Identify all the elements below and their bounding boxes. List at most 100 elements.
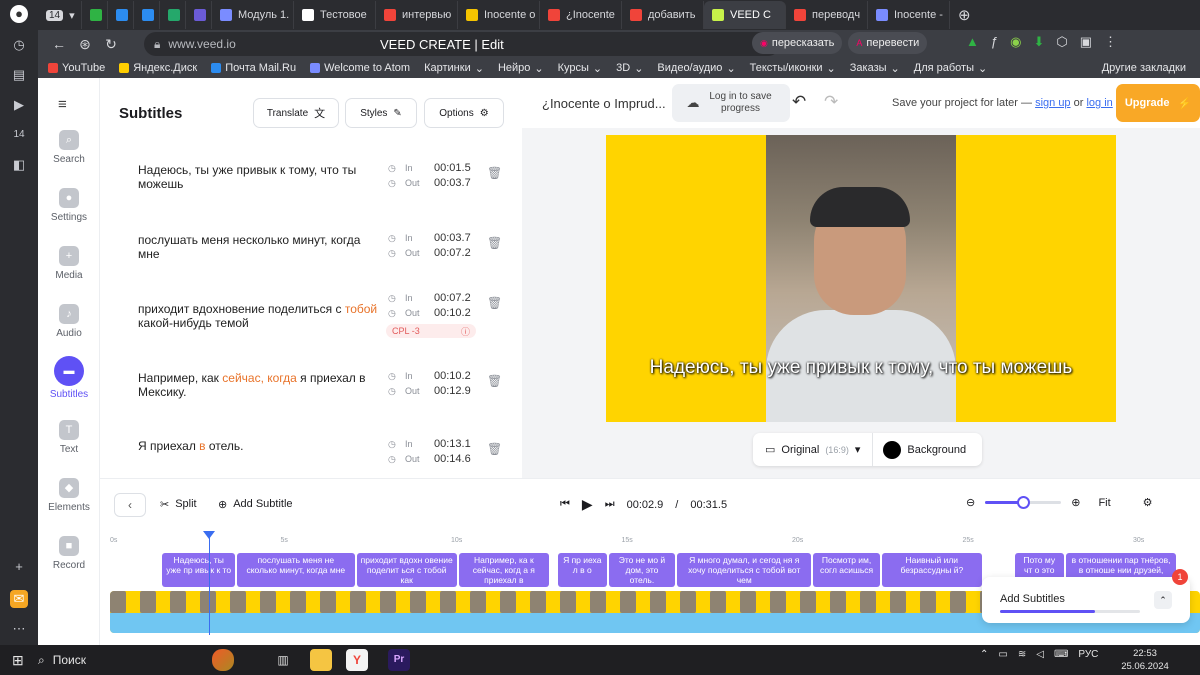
bookmark-item[interactable]: Картинки ⌄ (424, 62, 484, 75)
address-bar[interactable]: 🔒︎ www.veed.io VEED CREATE | Edit ▮ (144, 32, 780, 56)
translate-page-button[interactable]: Aперевести (848, 32, 928, 54)
trash-icon[interactable]: 🗑︎ (487, 442, 502, 456)
in-time[interactable]: 00:10.2 (434, 370, 471, 382)
subtitle-clip[interactable]: Посмотр им, согл асишься (813, 553, 880, 587)
rail-item-media[interactable]: + Media (38, 246, 100, 281)
reload-icon[interactable]: ↻ (98, 36, 124, 53)
in-time[interactable]: 00:07.2 (434, 292, 471, 304)
fit-button[interactable]: Fit (1098, 497, 1110, 509)
protect-icon[interactable]: ⊛ (72, 36, 98, 53)
translate-button[interactable]: Translate 文 (253, 98, 339, 128)
windows-start-icon[interactable]: ⊞ (12, 652, 24, 669)
settings-icon[interactable]: ⚙ (1143, 496, 1153, 509)
download-icon[interactable]: ⬇ (1033, 34, 1044, 50)
chevron-up-icon[interactable]: ⌃ (1154, 591, 1172, 609)
chevron-up-icon[interactable]: ⌃ (980, 649, 988, 660)
tab-group-counter[interactable]: 14 ▾ (38, 1, 82, 29)
rail-item-text[interactable]: T Text (38, 420, 100, 455)
upgrade-button[interactable]: Upgrade ⚡ (1116, 84, 1200, 122)
browser-tab[interactable]: VEED C (704, 1, 786, 29)
fast-forward-icon[interactable]: ⏭ (605, 498, 615, 511)
yandex-browser-icon[interactable]: Y (346, 649, 368, 671)
undo-icon[interactable]: ↶ (792, 92, 806, 112)
mail-icon[interactable]: ✉ (10, 590, 28, 608)
browser-tab[interactable] (160, 1, 186, 29)
subtitle-text[interactable]: Надеюсь, ты уже привык к тому, что ты мо… (138, 163, 378, 191)
bookmark-item[interactable]: Заказы ⌄ (850, 62, 900, 75)
subtitle-clip[interactable]: Надеюсь, ты уже пр ивык к то (162, 553, 236, 587)
browser-tab[interactable]: добавить (622, 1, 704, 29)
browser-tab[interactable]: Inocente o (458, 1, 540, 29)
extension-icon[interactable]: ƒ (991, 34, 998, 50)
bookmark-item[interactable]: Почта Mail.Ru (211, 62, 296, 74)
subtitle-clip[interactable]: Я много думал, и сегод ня я хочу поделит… (677, 553, 812, 587)
rewind-icon[interactable]: ⏮ (560, 498, 570, 511)
subtitle-clip[interactable]: Наивный или безрассудны й? (881, 553, 982, 587)
file-explorer-icon[interactable] (310, 649, 332, 671)
rail-item-record[interactable]: ■ Record (38, 536, 100, 571)
subtitle-clip[interactable]: послушать меня не сколько минут, когда м… (237, 553, 355, 587)
rail-item-subtitles[interactable]: ▬ Subtitles (38, 356, 100, 400)
other-bookmarks[interactable]: Другие закладки (1102, 62, 1186, 74)
out-time[interactable]: 00:10.2 (434, 307, 471, 319)
subtitle-row[interactable]: Например, как сейчас, когда я приехал в … (100, 370, 522, 441)
subtitle-text[interactable]: послушать меня несколько минут, когда мн… (138, 233, 378, 261)
options-button[interactable]: Options ⚙ (424, 98, 504, 128)
video-preview[interactable]: Надеюсь, ты уже привык к тому, что ты мо… (606, 135, 1116, 422)
rail-item-settings[interactable]: ● Settings (38, 188, 100, 223)
browser-tab[interactable]: Inocente - (868, 1, 950, 29)
out-time[interactable]: 00:07.2 (434, 247, 471, 259)
volume-icon[interactable]: ◁ (1036, 649, 1044, 660)
browser-tab[interactable] (186, 1, 212, 29)
subtitle-clip[interactable]: приходит вдохн овение поделит ься с тобо… (356, 553, 457, 587)
out-time[interactable]: 00:14.6 (434, 453, 471, 465)
browser-tab[interactable]: интервью (376, 1, 458, 29)
subtitle-row[interactable]: приходит вдохновение поделиться с тобой … (100, 292, 522, 372)
bookmark-item[interactable]: Нейро ⌄ (498, 62, 544, 75)
redo-icon[interactable]: ↷ (824, 92, 838, 112)
bookmark-item[interactable]: YouTube (48, 62, 105, 74)
bookmark-item[interactable]: 3D ⌄ (616, 62, 643, 75)
collapse-button[interactable]: ‹ (114, 493, 146, 517)
split-button[interactable]: ✂ Split (160, 498, 197, 511)
profile-icon[interactable]: ● (10, 5, 28, 23)
zoom-out-icon[interactable]: ⊖ (966, 496, 975, 509)
styles-button[interactable]: Styles ✎ (345, 98, 417, 128)
browser-tab[interactable]: переводч (786, 1, 868, 29)
network-icon[interactable]: ▭ (998, 649, 1007, 660)
subtitle-text[interactable]: Например, как сейчас, когда я приехал в … (138, 371, 378, 399)
extension-icon[interactable]: ◉ (1010, 34, 1021, 50)
add-subtitles-toast[interactable]: Add Subtitles ⌃ 1 (982, 569, 1190, 623)
trash-icon[interactable]: 🗑︎ (487, 166, 502, 180)
add-subtitle-button[interactable]: ⊕ Add Subtitle (218, 498, 293, 511)
subtitle-text[interactable]: приходит вдохновение поделиться с тобой … (138, 302, 378, 330)
history-icon[interactable]: ◷ (10, 36, 28, 54)
rail-item-audio[interactable]: ♪ Audio (38, 304, 100, 339)
subtitle-clip[interactable]: Например, ка к сейчас, когд а я приехал … (458, 553, 549, 587)
task-view-icon[interactable]: ▥ (272, 649, 294, 671)
zoom-slider[interactable] (985, 496, 1062, 509)
wifi-icon[interactable]: ≋ (1018, 649, 1026, 660)
rail-item-elements[interactable]: ◆ Elements (38, 478, 100, 513)
log-in-link[interactable]: log in (1086, 97, 1112, 109)
language-indicator[interactable]: РУС (1078, 649, 1098, 660)
clock[interactable]: 22:53 25.06.2024 (1120, 647, 1170, 673)
in-time[interactable]: 00:03.7 (434, 232, 471, 244)
bookmark-item[interactable]: Яндекс.Диск (119, 62, 197, 74)
new-tab-button[interactable]: ⊕ (950, 1, 979, 29)
premiere-pro-icon[interactable]: Pr (388, 649, 410, 671)
widget-icon[interactable] (212, 649, 234, 671)
extension-icon[interactable]: ▲ (966, 34, 979, 50)
browser-tab[interactable]: Модуль 1. (212, 1, 294, 29)
subtitle-clip[interactable]: Это не мо й дом, это отель. (608, 553, 676, 587)
bookmark-item[interactable]: Для работы ⌄ (914, 62, 987, 75)
caption-overlay[interactable]: Надеюсь, ты уже привык к тому, что ты мо… (646, 357, 1076, 379)
calendar-icon[interactable]: 14 (10, 126, 28, 144)
retell-button[interactable]: ◉ пересказать (752, 32, 843, 54)
aspect-ratio-select[interactable]: ▭ Original (16:9) ▾ (753, 433, 874, 466)
keyboard-icon[interactable]: ⌨ (1054, 649, 1068, 660)
rail-item-search[interactable]: ⌕ Search (38, 130, 100, 165)
bookmark-item[interactable]: Welcome to Atom (310, 62, 410, 74)
login-save-button[interactable]: ☁ Log in to save progress (672, 84, 790, 122)
in-time[interactable]: 00:13.1 (434, 438, 471, 450)
